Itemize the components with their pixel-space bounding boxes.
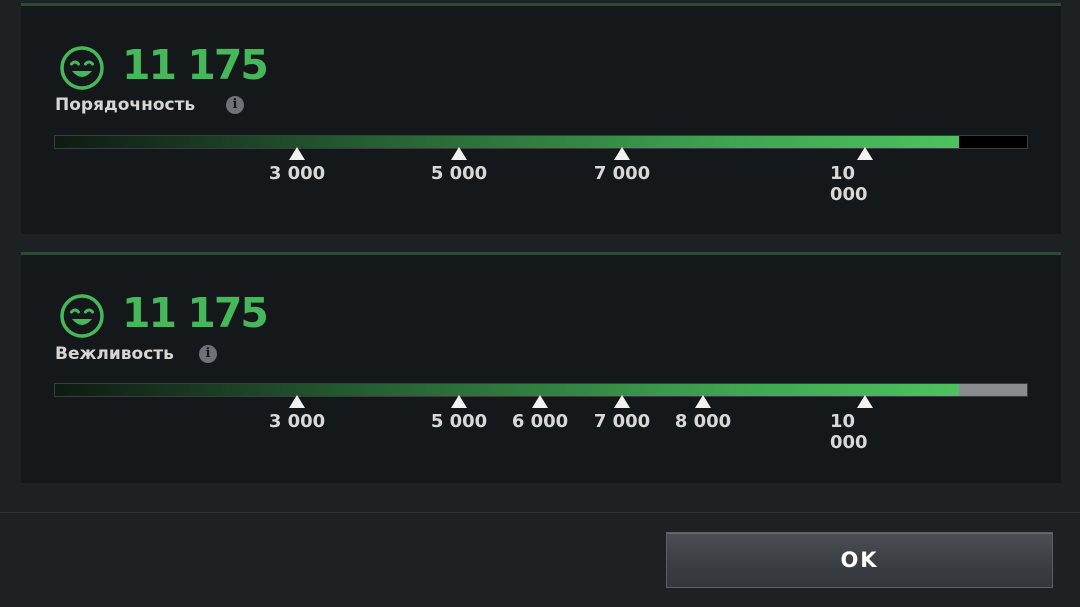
marker-triangle-icon	[695, 395, 711, 408]
marker-triangle-icon	[614, 395, 630, 408]
marker-triangle-icon	[614, 147, 630, 160]
marker-triangle-icon	[451, 395, 467, 408]
marker-label: 5 000	[430, 163, 488, 184]
politeness-score: 11 175	[122, 289, 269, 337]
marker-label: 7 000	[593, 163, 651, 184]
politeness-progress-fill	[55, 384, 959, 396]
marker-label: 10 000	[830, 163, 868, 205]
dialog: 11 175 Порядочность i 3 000 5 000 7 000 …	[0, 0, 1080, 607]
politeness-panel: 11 175 Вежливость i 3 000 5 000 6 000 7 …	[21, 252, 1061, 483]
footer-divider	[0, 512, 1080, 513]
conduct-label: Порядочность	[55, 95, 196, 115]
marker-triangle-icon	[289, 147, 305, 160]
politeness-label: Вежливость	[55, 344, 174, 364]
ok-button[interactable]: OK	[666, 532, 1053, 588]
info-icon[interactable]: i	[226, 96, 244, 114]
marker-label: 5 000	[430, 411, 488, 432]
conduct-progress-fill	[55, 136, 959, 148]
marker-triangle-icon	[857, 147, 873, 160]
marker-triangle-icon	[289, 395, 305, 408]
info-icon[interactable]: i	[199, 345, 217, 363]
marker-label: 3 000	[268, 163, 326, 184]
marker-label: 10 000	[830, 411, 868, 453]
conduct-progress-bar	[54, 135, 1028, 149]
smiley-face-icon	[60, 46, 104, 90]
conduct-score: 11 175	[122, 41, 269, 89]
marker-triangle-icon	[451, 147, 467, 160]
marker-triangle-icon	[857, 395, 873, 408]
smiley-face-icon	[60, 294, 104, 338]
marker-label: 7 000	[593, 411, 651, 432]
marker-triangle-icon	[532, 395, 548, 408]
marker-label: 8 000	[674, 411, 732, 432]
conduct-panel: 11 175 Порядочность i 3 000 5 000 7 000 …	[21, 3, 1061, 234]
marker-label: 3 000	[268, 411, 326, 432]
marker-label: 6 000	[511, 411, 569, 432]
